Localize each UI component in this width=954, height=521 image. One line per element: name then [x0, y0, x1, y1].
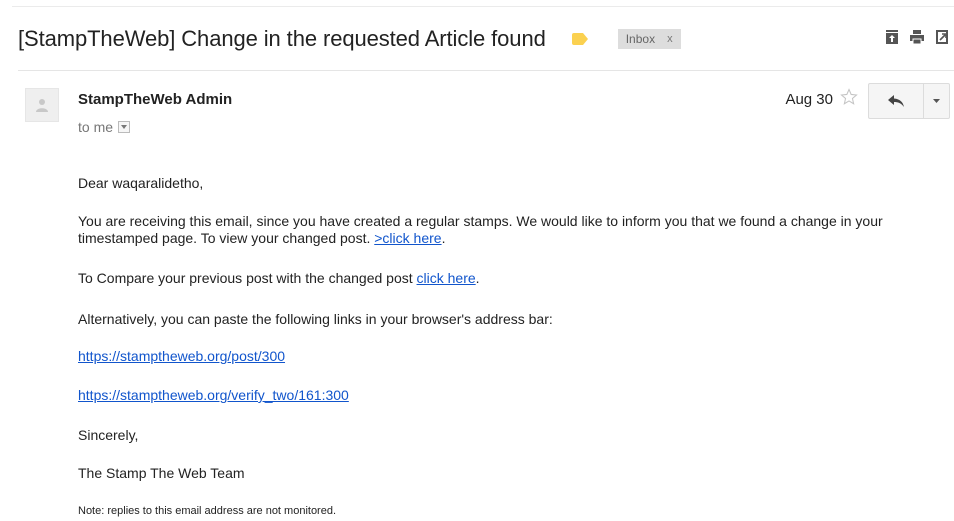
thread-toolbar: [886, 30, 948, 44]
reply-button-group: [868, 83, 950, 119]
inbox-label-chip: Inbox x: [617, 29, 681, 49]
period: .: [441, 230, 446, 246]
inbox-label-text: Inbox: [625, 32, 656, 46]
period: .: [475, 270, 480, 286]
verify-url-paragraph: https://stamptheweb.org/verify_two/161:3…: [78, 387, 349, 404]
post-url-paragraph: https://stamptheweb.org/post/300: [78, 348, 285, 365]
alternatively-paragraph: Alternatively, you can paste the followi…: [78, 311, 553, 327]
reply-icon: [888, 95, 904, 107]
compare-text: To Compare your previous post with the c…: [78, 270, 413, 286]
subject-divider: [18, 70, 954, 71]
email-date: Aug 30: [785, 91, 833, 108]
person-icon: [36, 99, 48, 112]
important-label-icon[interactable]: [571, 33, 588, 45]
sender-name[interactable]: StampTheWeb Admin: [78, 91, 232, 108]
compare-link[interactable]: click here: [417, 270, 476, 286]
recipient-text: to me: [78, 119, 114, 135]
archive-icon[interactable]: [886, 30, 898, 44]
star-icon[interactable]: [840, 88, 858, 111]
show-details-button[interactable]: [118, 121, 131, 133]
chevron-down-icon: [121, 125, 128, 129]
footer-note: Note: replies to this email address are …: [78, 505, 337, 517]
closing: Sincerely,: [78, 427, 139, 443]
more-options-button[interactable]: [924, 83, 950, 119]
greeting: Dear waqaralidetho,: [78, 175, 204, 191]
signature: The Stamp The Web Team: [78, 465, 245, 481]
recipient-line: to me: [78, 119, 131, 135]
top-divider: [12, 6, 954, 7]
subject-row: [StampTheWeb] Change in the requested Ar…: [18, 26, 681, 52]
receiving-paragraph: You are receiving this email, since you …: [78, 213, 938, 247]
email-subject: [StampTheWeb] Change in the requested Ar…: [18, 26, 546, 51]
post-url-link[interactable]: https://stamptheweb.org/post/300: [78, 348, 285, 364]
chevron-down-icon: [933, 99, 940, 103]
verify-url-link[interactable]: https://stamptheweb.org/verify_two/161:3…: [78, 387, 349, 403]
view-post-link[interactable]: >click here: [374, 230, 441, 246]
receiving-text: You are receiving this email, since you …: [78, 213, 883, 246]
print-icon[interactable]: [910, 30, 924, 44]
new-window-icon[interactable]: [936, 30, 948, 44]
sender-avatar[interactable]: [25, 88, 59, 122]
compare-paragraph: To Compare your previous post with the c…: [78, 270, 480, 287]
reply-button[interactable]: [868, 83, 924, 119]
remove-label-button[interactable]: x: [667, 33, 673, 45]
